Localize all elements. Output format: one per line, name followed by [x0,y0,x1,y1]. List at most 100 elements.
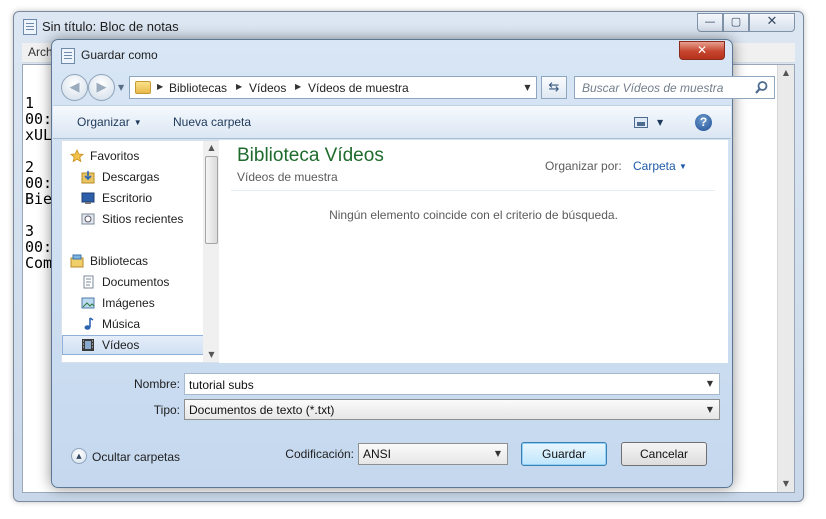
organize-menu[interactable]: Organizar ▼ [77,115,142,129]
nav-documents-label: Documentos [102,275,170,289]
save-as-dialog: Guardar como ✕ ◀ ▶ ▼ ▶ Bibliotecas ▶ Víd… [51,39,775,488]
nav-libraries[interactable]: Bibliotecas [62,251,204,271]
filename-input[interactable] [189,376,699,393]
file-type-dropdown-icon[interactable]: ▼ [701,400,719,419]
libraries-icon [70,254,84,268]
empty-results-message: Ningún elemento coincide con el criterio… [329,208,618,222]
change-view-icon[interactable] [634,117,648,128]
nav-images[interactable]: Imágenes [62,293,204,313]
navigation-pane-scrollbar[interactable]: ▲ ▼ [203,141,220,362]
library-title: Biblioteca Vídeos [237,145,384,166]
hide-folders-label: Ocultar carpetas [92,450,181,464]
refresh-icon: ⇆ [548,80,560,95]
back-arrow-icon: ◀ [69,80,80,95]
forward-arrow-icon: ▶ [96,80,107,95]
encoding-label: Codificación: [285,447,354,461]
encoding-select[interactable]: ANSI ▼ [358,443,508,465]
cancel-button[interactable]: Cancelar [621,442,707,466]
file-list-pane[interactable]: Biblioteca Vídeos Vídeos de muestra Orga… [219,140,728,363]
notepad-titlebar[interactable]: Sin título: Bloc de notas — ▢ ✕ [14,12,803,42]
filename-combobox[interactable]: ▼ [184,373,720,395]
nav-favorites-label: Favoritos [90,149,140,163]
notepad-icon [61,48,75,64]
downloads-icon [81,171,95,184]
file-type-label: Tipo: [153,403,180,417]
file-type-select[interactable]: Documentos de texto (*.txt) ▼ [184,399,720,420]
notepad-close-button[interactable]: ✕ [749,13,795,32]
encoding-value: ANSI [363,447,392,461]
chevron-up-icon: ▲ [71,448,87,464]
notepad-title: Sin título: Bloc de notas [42,19,179,34]
back-button[interactable]: ◀ [61,74,88,101]
arrange-by-value: Carpeta [633,159,676,173]
dialog-title: Guardar como [81,48,158,62]
encoding-dropdown-icon[interactable]: ▼ [489,444,507,464]
caret-down-icon: ▼ [679,162,687,171]
dialog-titlebar[interactable]: Guardar como ✕ [52,40,732,70]
nav-music-label: Música [102,317,141,331]
new-folder-button[interactable]: Nueva carpeta [173,115,251,129]
scroll-down-icon[interactable]: ▼ [203,348,220,362]
notepad-app-icon [23,19,37,35]
arrange-by-label: Organizar por: [545,159,622,173]
arrange-by-dropdown[interactable]: Carpeta ▼ [633,159,687,173]
address-dropdown-icon[interactable]: ▼ [519,77,536,98]
scroll-up-icon[interactable]: ▲ [778,65,794,81]
maximize-button[interactable]: ▢ [723,13,749,32]
breadcrumb-bibliotecas[interactable]: Bibliotecas [169,81,227,95]
notepad-text: 1 00: xUL 2 00: Bie 3 00: Com [25,94,53,272]
nav-documents[interactable]: Documentos [62,272,204,292]
view-options-caret-icon[interactable]: ▼ [657,118,663,127]
dialog-close-button[interactable]: ✕ [679,41,725,60]
chevron-right-icon[interactable]: ▶ [236,82,242,91]
documents-icon [83,275,94,289]
notepad-vertical-scrollbar[interactable]: ▲ ▼ [777,65,794,492]
scrollbar-thumb[interactable] [205,156,218,244]
nav-downloads-label: Descargas [102,170,160,184]
nav-videos-label: Vídeos [102,338,140,352]
nav-desktop[interactable]: Escritorio [62,188,204,208]
search-placeholder: Buscar Vídeos de muestra [582,81,724,95]
star-icon [70,149,84,163]
search-icon[interactable] [754,80,769,95]
breadcrumb-videos-de-muestra[interactable]: Vídeos de muestra [308,81,409,95]
file-type-value: Documentos de texto (*.txt) [189,403,335,417]
organize-label: Organizar [77,115,130,129]
filename-label: Nombre: [133,377,180,391]
filename-dropdown-icon[interactable]: ▼ [701,374,719,394]
nav-images-label: Imágenes [102,296,155,310]
nav-music[interactable]: Música [62,314,204,334]
breadcrumb-videos[interactable]: Vídeos [249,81,286,95]
nav-videos[interactable]: Vídeos [62,335,204,355]
library-subtitle: Vídeos de muestra [237,170,338,184]
scroll-down-icon[interactable]: ▼ [778,476,794,492]
nav-recent-places[interactable]: Sitios recientes [62,209,204,229]
navigation-pane: Favoritos Descargas Escritorio Sitios re… [61,140,225,363]
refresh-button[interactable]: ⇆ [541,76,567,99]
images-icon [81,297,95,309]
minimize-button[interactable]: — [697,13,723,32]
nav-favorites[interactable]: Favoritos [62,146,204,166]
film-icon [82,339,94,351]
nav-libraries-label: Bibliotecas [90,254,149,268]
music-icon [84,317,94,330]
search-box[interactable]: Buscar Vídeos de muestra [574,76,775,99]
folder-icon [135,81,151,94]
help-icon[interactable]: ? [695,114,712,131]
recent-places-icon [81,213,95,225]
nav-recent-label: Sitios recientes [102,212,184,226]
divider [231,190,715,191]
save-button[interactable]: Guardar [521,442,607,466]
command-bar: Organizar ▼ Nueva carpeta ▼ ? [53,105,731,139]
scroll-up-icon[interactable]: ▲ [203,141,220,155]
menu-archivo[interactable]: Arch [28,45,53,59]
recent-pages-dropdown-icon[interactable]: ▼ [118,83,124,92]
desktop-icon [81,192,95,204]
nav-desktop-label: Escritorio [102,191,153,205]
chevron-right-icon[interactable]: ▶ [295,82,301,91]
nav-downloads[interactable]: Descargas [62,167,204,187]
chevron-right-icon[interactable]: ▶ [157,82,163,91]
address-bar[interactable]: ▶ Bibliotecas ▶ Vídeos ▶ Vídeos de muest… [129,76,537,99]
forward-button[interactable]: ▶ [88,74,115,101]
caret-down-icon: ▼ [133,118,142,127]
